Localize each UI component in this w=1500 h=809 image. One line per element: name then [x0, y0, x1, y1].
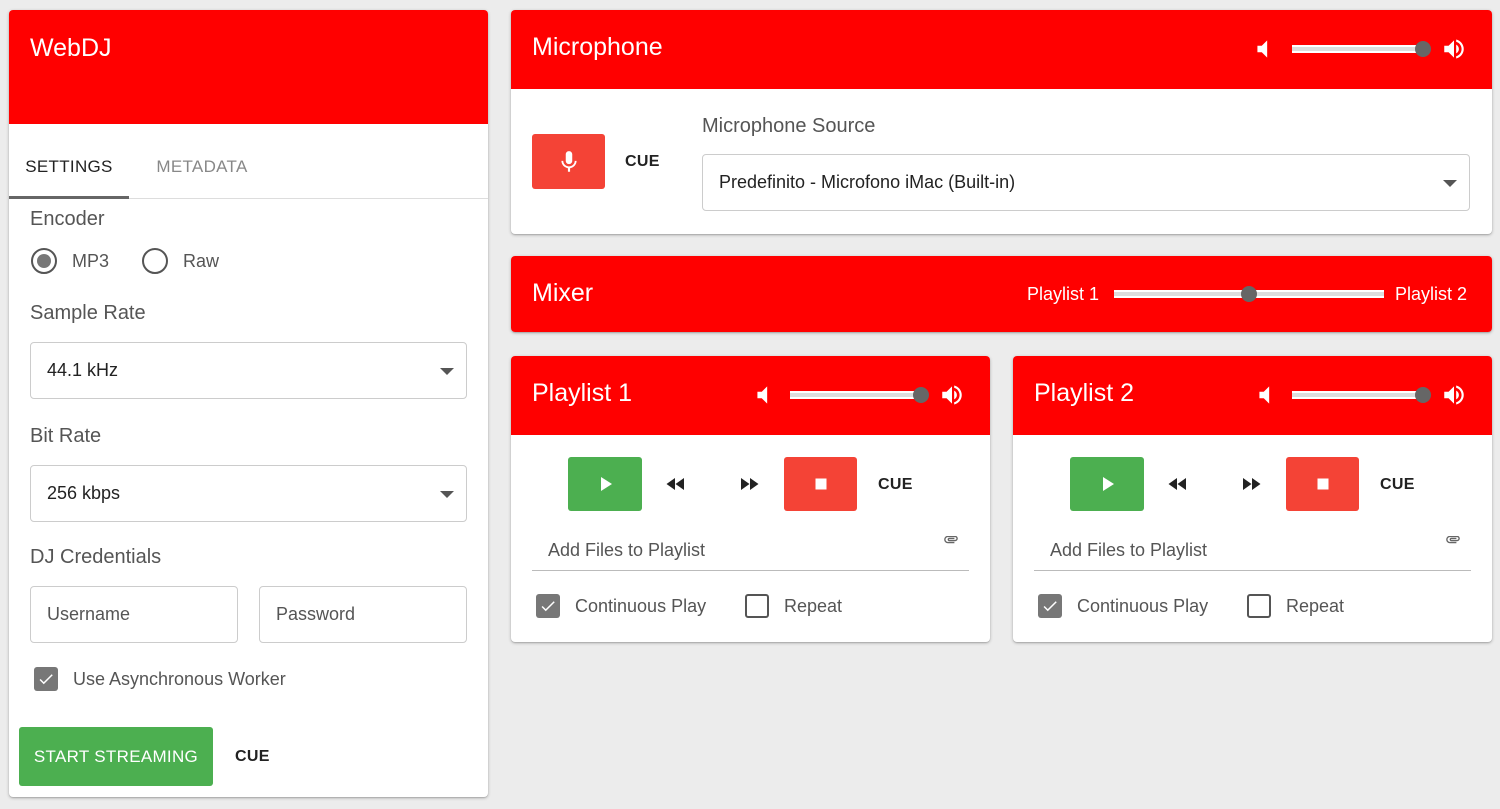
radio-raw-circle	[142, 248, 168, 274]
add-files-label: Add Files to Playlist	[1050, 540, 1208, 560]
tab-bar: SETTINGS METADATA	[9, 124, 488, 199]
password-input[interactable]	[259, 586, 467, 643]
radio-mp3-label: MP3	[72, 250, 110, 271]
microphone-source-label: Microphone Source	[702, 115, 876, 137]
microphone-volume-thumb[interactable]	[1414, 41, 1431, 57]
microphone-source-select[interactable]: Predefinito - Microfono iMac (Built-in)	[702, 154, 1470, 211]
volume-down-icon[interactable]	[1253, 382, 1281, 408]
sample-rate-select[interactable]: 44.1 kHz	[30, 342, 467, 399]
continuous-play-label: Continuous Play	[575, 595, 707, 616]
playlist-2-volume-thumb[interactable]	[1414, 387, 1431, 403]
microphone-source-value: Predefinito - Microfono iMac (Built-in)	[719, 172, 1016, 192]
mixer-right-label: Playlist 2	[1395, 284, 1468, 304]
microphone-header: Microphone	[511, 10, 1492, 89]
playlist-2-play-button[interactable]	[1070, 457, 1144, 511]
playlist-2-continuous-checkbox[interactable]: Continuous Play	[1038, 594, 1208, 618]
playlist-2-volume-slider[interactable]	[1292, 387, 1431, 403]
playlist-2-cue-button[interactable]: CUE	[1380, 476, 1415, 494]
playlist-1-volume-slider[interactable]	[790, 387, 929, 403]
mixer-title: Mixer	[532, 279, 594, 307]
mixer-left-label: Playlist 1	[1027, 284, 1100, 304]
volume-down-icon[interactable]	[751, 382, 779, 408]
repeat-checkbox-box	[745, 594, 769, 618]
playlist-1-volume-thumb[interactable]	[912, 387, 929, 403]
playlist-1-play-button[interactable]	[568, 457, 642, 511]
microphone-icon	[556, 149, 582, 175]
microphone-cue-button[interactable]: CUE	[625, 153, 660, 171]
start-streaming-button[interactable]: START STREAMING	[19, 727, 213, 786]
volume-down-icon[interactable]	[1251, 36, 1279, 62]
chevron-down-icon	[440, 368, 454, 375]
rewind-icon[interactable]	[661, 472, 691, 496]
chevron-down-icon	[440, 491, 454, 498]
playlist-2-panel: Playlist 2 CUE Add Files to Playlist Con…	[1013, 356, 1492, 642]
repeat-checkbox-box	[1247, 594, 1271, 618]
stop-icon	[810, 473, 832, 495]
playlist-1-cue-button[interactable]: CUE	[878, 476, 913, 494]
paperclip-icon	[937, 536, 965, 554]
volume-up-icon[interactable]	[1440, 382, 1468, 408]
add-files-label: Add Files to Playlist	[548, 540, 706, 560]
tab-settings[interactable]: SETTINGS	[9, 124, 129, 199]
microphone-panel: Microphone CUE Microphone Source Predefi…	[511, 10, 1492, 234]
tab-metadata[interactable]: METADATA	[137, 124, 267, 199]
playlist-2-header: Playlist 2	[1013, 356, 1492, 435]
sample-rate-label: Sample Rate	[30, 302, 146, 324]
app-header: WebDJ	[9, 10, 488, 124]
bit-rate-label: Bit Rate	[30, 425, 102, 447]
playlist-1-title: Playlist 1	[532, 379, 633, 407]
microphone-title: Microphone	[532, 33, 663, 61]
radio-mp3-circle	[31, 248, 57, 274]
chevron-down-icon	[1443, 180, 1457, 187]
playlist-1-panel: Playlist 1 CUE Add Files to Playlist Con…	[511, 356, 990, 642]
volume-up-icon[interactable]	[938, 382, 966, 408]
radio-raw-label: Raw	[183, 250, 220, 271]
play-icon	[1095, 472, 1119, 496]
radio-mp3[interactable]: MP3	[31, 248, 109, 274]
check-icon	[536, 594, 560, 618]
cue-button[interactable]: CUE	[235, 748, 270, 766]
playlist-2-stop-button[interactable]	[1286, 457, 1359, 511]
check-icon	[1038, 594, 1062, 618]
microphone-volume-slider[interactable]	[1292, 41, 1431, 57]
playlist-2-repeat-checkbox[interactable]: Repeat	[1247, 594, 1344, 618]
mixer-panel: Mixer Playlist 1 Playlist 2	[511, 256, 1492, 332]
app-title: WebDJ	[30, 34, 112, 62]
async-worker-checkbox[interactable]: Use Asynchronous Worker	[34, 667, 286, 691]
check-icon	[34, 667, 58, 691]
async-worker-label: Use Asynchronous Worker	[73, 668, 286, 689]
bit-rate-select[interactable]: 256 kbps	[30, 465, 467, 522]
playlist-2-title: Playlist 2	[1034, 379, 1135, 407]
playlist-1-header: Playlist 1	[511, 356, 990, 435]
crossfader-slider[interactable]	[1114, 286, 1384, 302]
mixer-header: Mixer Playlist 1 Playlist 2	[511, 256, 1492, 332]
rewind-icon[interactable]	[1163, 472, 1193, 496]
play-icon	[593, 472, 617, 496]
fast-forward-icon[interactable]	[734, 472, 764, 496]
microphone-button[interactable]	[532, 134, 605, 189]
sample-rate-value: 44.1 kHz	[47, 360, 119, 380]
playlist-1-continuous-checkbox[interactable]: Continuous Play	[536, 594, 706, 618]
playlist-1-add-files[interactable]: Add Files to Playlist	[532, 526, 969, 571]
start-streaming-label: START STREAMING	[33, 746, 199, 766]
playlist-2-add-files[interactable]: Add Files to Playlist	[1034, 526, 1471, 571]
repeat-label: Repeat	[784, 595, 843, 616]
settings-panel: WebDJ SETTINGS METADATA Encoder MP3 Raw …	[9, 10, 488, 797]
volume-up-icon[interactable]	[1440, 36, 1468, 62]
dj-credentials-label: DJ Credentials	[30, 546, 162, 568]
fast-forward-icon[interactable]	[1236, 472, 1266, 496]
radio-raw[interactable]: Raw	[142, 248, 219, 274]
playlist-1-stop-button[interactable]	[784, 457, 857, 511]
username-input[interactable]	[30, 586, 238, 643]
playlist-1-repeat-checkbox[interactable]: Repeat	[745, 594, 842, 618]
repeat-label: Repeat	[1286, 595, 1345, 616]
continuous-play-label: Continuous Play	[1077, 595, 1209, 616]
encoder-label: Encoder	[30, 208, 105, 230]
stop-icon	[1312, 473, 1334, 495]
paperclip-icon	[1439, 536, 1467, 554]
crossfader-thumb[interactable]	[1241, 286, 1257, 302]
bit-rate-value: 256 kbps	[47, 483, 121, 503]
